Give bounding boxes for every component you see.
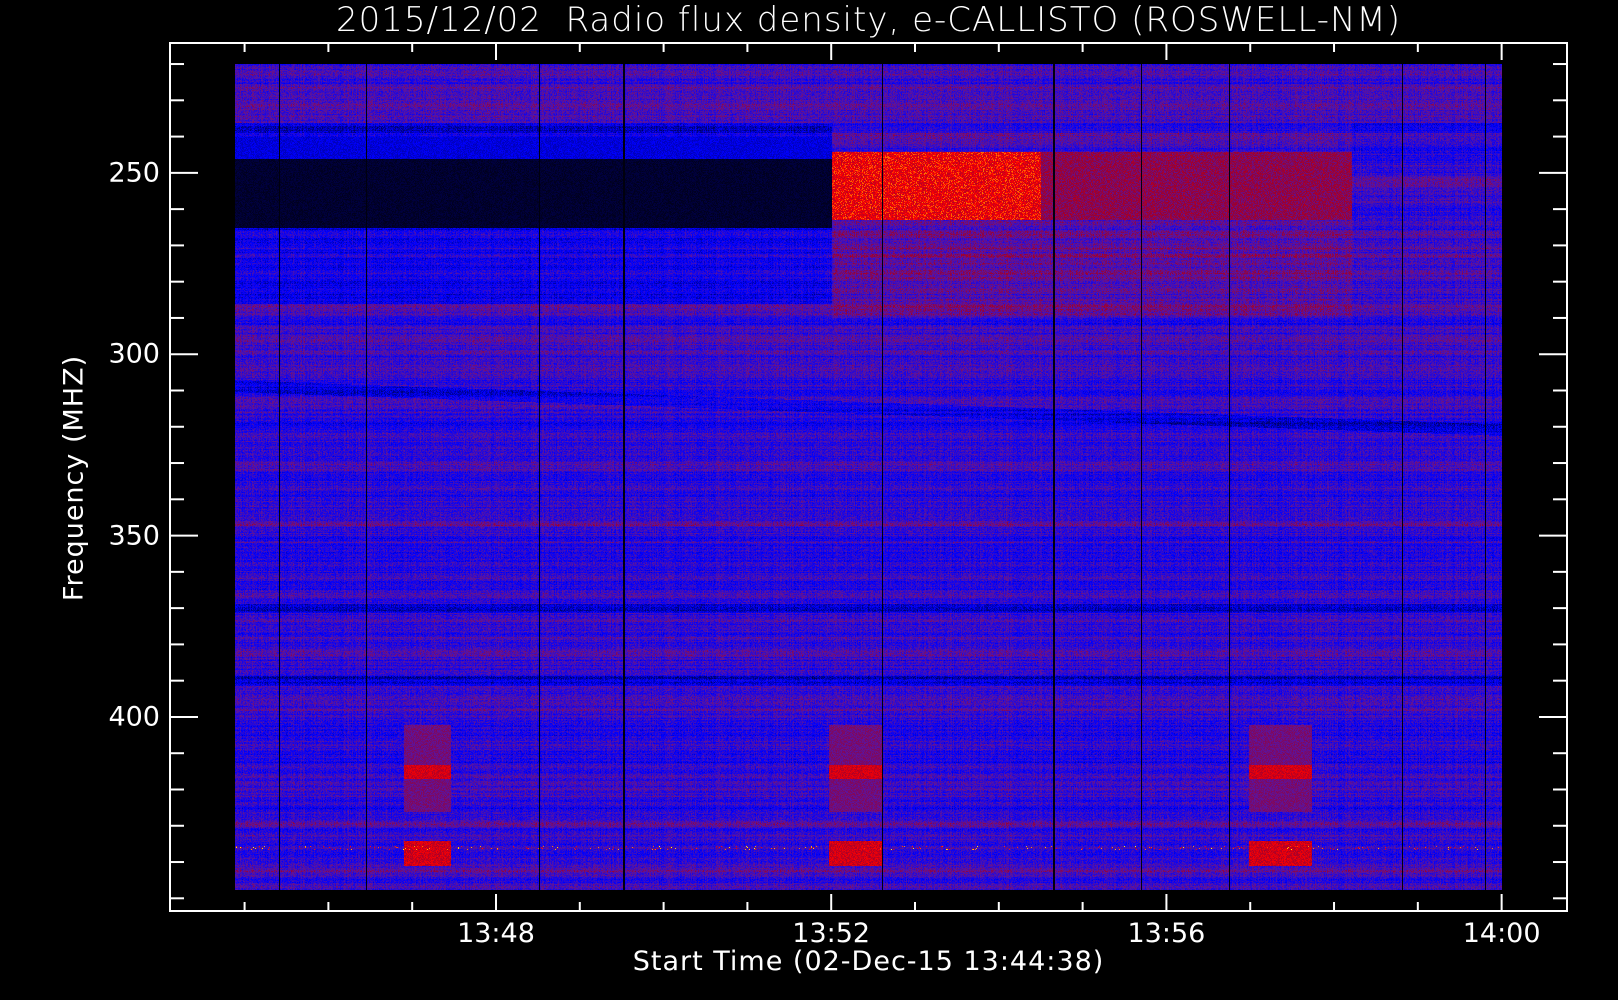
y-tick-label: 400	[108, 701, 160, 733]
x-tick-label: 13:52	[792, 918, 871, 949]
plot-axes	[169, 42, 1568, 912]
x-tick-label: 13:56	[1127, 918, 1206, 949]
y-tick-label: 250	[108, 157, 160, 189]
y-tick-label: 300	[108, 338, 160, 370]
plot-frame	[169, 42, 1568, 912]
tick-marks	[170, 43, 1567, 911]
x-tick-label: 14:00	[1462, 918, 1541, 949]
y-tick-label: 350	[108, 520, 160, 552]
x-tick-label: 13:48	[457, 918, 535, 949]
x-axis-label: Start Time (02-Dec-15 13:44:38)	[632, 946, 1105, 977]
chart-title: 2015/12/02 Radio flux density, e-CALLIST…	[335, 0, 1402, 40]
y-axis-label: Frequency (MHZ)	[58, 354, 90, 602]
